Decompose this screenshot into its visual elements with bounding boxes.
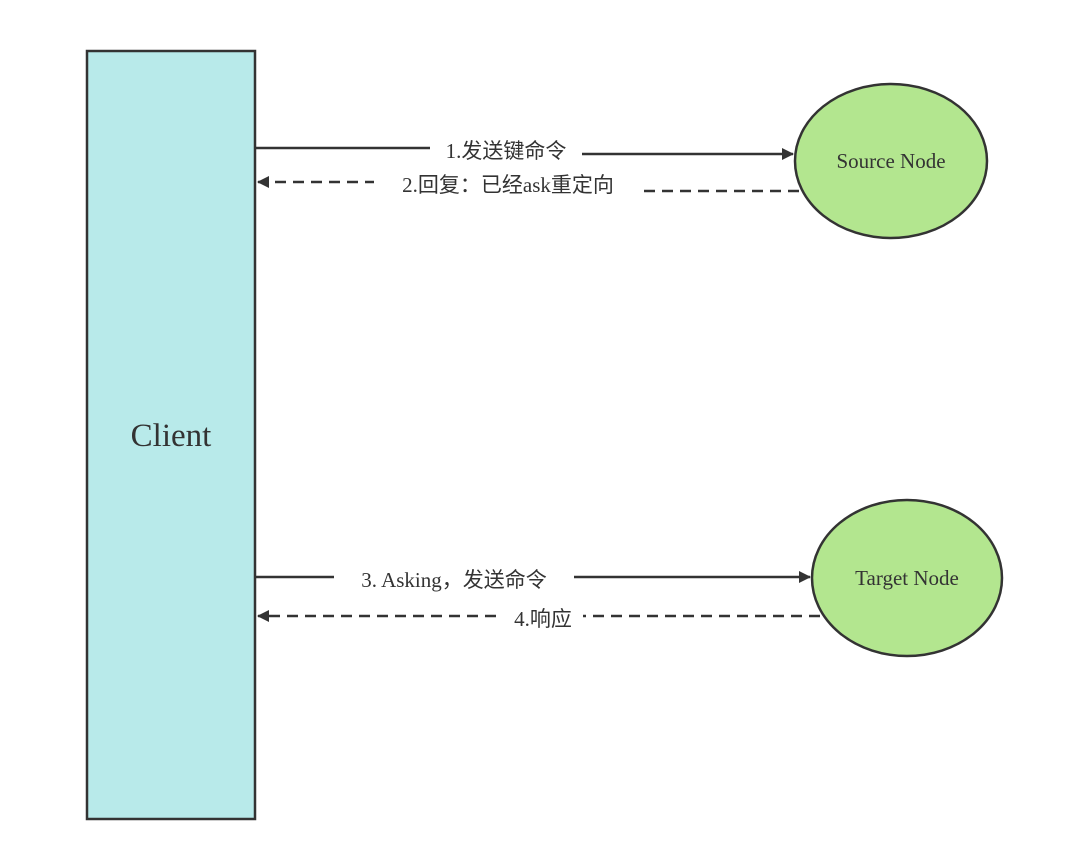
- edge-4-label: 4.响应: [514, 607, 572, 631]
- edge-1-label: 1.发送键命令: [446, 139, 567, 163]
- source-node-label: Source Node: [836, 149, 945, 173]
- client-label: Client: [131, 418, 212, 454]
- edge-asking-send-command[interactable]: 3. Asking，发送命令: [255, 565, 811, 593]
- target-node[interactable]: Target Node: [810, 498, 1004, 658]
- source-node[interactable]: Source Node: [793, 82, 989, 240]
- flow-diagram: Client Source Node Target Node 1.发送键命令 2…: [85, 49, 1004, 821]
- edge-reply-ask-redirect[interactable]: 2.回复：已经ask重定向: [257, 170, 799, 198]
- client-node[interactable]: Client: [85, 49, 257, 821]
- edge-3-label: 3. Asking，发送命令: [361, 568, 547, 592]
- edge-2-label: 2.回复：已经ask重定向: [402, 173, 614, 197]
- edge-send-key-command[interactable]: 1.发送键命令: [255, 136, 794, 164]
- edge-response[interactable]: 4.响应: [257, 604, 820, 632]
- target-node-label: Target Node: [855, 566, 959, 590]
